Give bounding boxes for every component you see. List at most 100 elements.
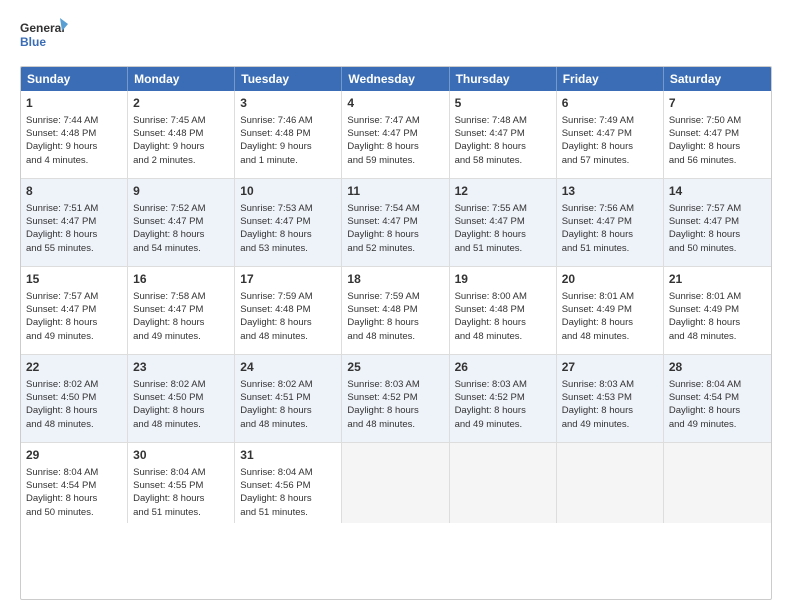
day-info: Sunrise: 8:03 AM [347,378,443,391]
header-cell-friday: Friday [557,67,664,91]
day-info: and 50 minutes. [26,506,122,519]
calendar-cell: 21Sunrise: 8:01 AMSunset: 4:49 PMDayligh… [664,267,771,354]
day-info: Daylight: 9 hours [26,140,122,153]
day-info: Sunset: 4:47 PM [562,127,658,140]
day-info: Sunset: 4:47 PM [240,215,336,228]
day-info: and 55 minutes. [26,242,122,255]
day-info: Sunrise: 8:01 AM [669,290,766,303]
day-info: Sunrise: 7:57 AM [669,202,766,215]
day-number: 21 [669,271,766,288]
day-number: 4 [347,95,443,112]
header-cell-sunday: Sunday [21,67,128,91]
day-info: Sunset: 4:48 PM [455,303,551,316]
day-info: Sunrise: 7:55 AM [455,202,551,215]
day-info: Sunrise: 8:02 AM [133,378,229,391]
day-info: Daylight: 8 hours [240,404,336,417]
day-info: Daylight: 8 hours [133,492,229,505]
day-number: 25 [347,359,443,376]
calendar-cell: 16Sunrise: 7:58 AMSunset: 4:47 PMDayligh… [128,267,235,354]
calendar-cell: 4Sunrise: 7:47 AMSunset: 4:47 PMDaylight… [342,91,449,178]
day-info: Sunrise: 7:59 AM [240,290,336,303]
calendar: SundayMondayTuesdayWednesdayThursdayFrid… [20,66,772,600]
day-info: Sunrise: 7:57 AM [26,290,122,303]
calendar-cell: 6Sunrise: 7:49 AMSunset: 4:47 PMDaylight… [557,91,664,178]
calendar-cell: 22Sunrise: 8:02 AMSunset: 4:50 PMDayligh… [21,355,128,442]
calendar-cell [342,443,449,523]
day-info: Sunset: 4:55 PM [133,479,229,492]
day-info: Sunrise: 7:49 AM [562,114,658,127]
day-info: and 59 minutes. [347,154,443,167]
day-info: Sunset: 4:47 PM [26,303,122,316]
day-info: Daylight: 8 hours [669,404,766,417]
day-info: Sunset: 4:47 PM [455,215,551,228]
calendar-cell: 7Sunrise: 7:50 AMSunset: 4:47 PMDaylight… [664,91,771,178]
calendar-cell: 28Sunrise: 8:04 AMSunset: 4:54 PMDayligh… [664,355,771,442]
header-cell-tuesday: Tuesday [235,67,342,91]
day-info: Sunset: 4:47 PM [562,215,658,228]
day-info: and 52 minutes. [347,242,443,255]
day-info: and 49 minutes. [133,330,229,343]
day-info: Daylight: 8 hours [347,316,443,329]
day-info: Sunset: 4:47 PM [26,215,122,228]
day-info: Daylight: 8 hours [669,316,766,329]
day-info: Sunset: 4:47 PM [133,215,229,228]
day-info: and 48 minutes. [562,330,658,343]
day-info: and 58 minutes. [455,154,551,167]
day-info: and 48 minutes. [133,418,229,431]
calendar-cell: 20Sunrise: 8:01 AMSunset: 4:49 PMDayligh… [557,267,664,354]
day-info: Sunset: 4:56 PM [240,479,336,492]
day-info: and 49 minutes. [455,418,551,431]
day-number: 12 [455,183,551,200]
day-info: and 48 minutes. [240,418,336,431]
day-info: Daylight: 8 hours [455,404,551,417]
day-info: Sunrise: 8:02 AM [26,378,122,391]
calendar-cell: 3Sunrise: 7:46 AMSunset: 4:48 PMDaylight… [235,91,342,178]
day-info: Daylight: 8 hours [26,316,122,329]
day-info: and 56 minutes. [669,154,766,167]
day-info: and 49 minutes. [669,418,766,431]
day-info: Sunrise: 8:03 AM [455,378,551,391]
day-number: 16 [133,271,229,288]
day-info: Sunrise: 7:56 AM [562,202,658,215]
day-info: Daylight: 8 hours [669,140,766,153]
calendar-week-4: 22Sunrise: 8:02 AMSunset: 4:50 PMDayligh… [21,355,771,443]
calendar-cell: 9Sunrise: 7:52 AMSunset: 4:47 PMDaylight… [128,179,235,266]
day-info: Sunrise: 7:51 AM [26,202,122,215]
day-info: Sunrise: 8:04 AM [669,378,766,391]
day-info: Sunset: 4:52 PM [347,391,443,404]
day-number: 24 [240,359,336,376]
day-number: 8 [26,183,122,200]
calendar-cell: 24Sunrise: 8:02 AMSunset: 4:51 PMDayligh… [235,355,342,442]
day-info: Sunrise: 7:46 AM [240,114,336,127]
day-info: Sunset: 4:47 PM [347,127,443,140]
calendar-cell: 30Sunrise: 8:04 AMSunset: 4:55 PMDayligh… [128,443,235,523]
day-number: 9 [133,183,229,200]
calendar-cell: 27Sunrise: 8:03 AMSunset: 4:53 PMDayligh… [557,355,664,442]
calendar-cell [450,443,557,523]
day-info: and 48 minutes. [240,330,336,343]
day-number: 31 [240,447,336,464]
day-number: 6 [562,95,658,112]
day-number: 20 [562,271,658,288]
day-info: Sunrise: 8:04 AM [240,466,336,479]
header-cell-saturday: Saturday [664,67,771,91]
day-info: Daylight: 8 hours [562,404,658,417]
day-number: 28 [669,359,766,376]
calendar-cell: 13Sunrise: 7:56 AMSunset: 4:47 PMDayligh… [557,179,664,266]
calendar-cell: 12Sunrise: 7:55 AMSunset: 4:47 PMDayligh… [450,179,557,266]
calendar-cell: 29Sunrise: 8:04 AMSunset: 4:54 PMDayligh… [21,443,128,523]
calendar-cell: 17Sunrise: 7:59 AMSunset: 4:48 PMDayligh… [235,267,342,354]
day-info: and 1 minute. [240,154,336,167]
calendar-cell: 8Sunrise: 7:51 AMSunset: 4:47 PMDaylight… [21,179,128,266]
day-info: Sunset: 4:54 PM [26,479,122,492]
day-info: Daylight: 8 hours [347,228,443,241]
day-info: and 4 minutes. [26,154,122,167]
day-info: and 51 minutes. [133,506,229,519]
day-info: Sunrise: 7:52 AM [133,202,229,215]
day-number: 11 [347,183,443,200]
page: General Blue SundayMondayTuesdayWednesda… [0,0,792,612]
calendar-week-2: 8Sunrise: 7:51 AMSunset: 4:47 PMDaylight… [21,179,771,267]
day-info: and 51 minutes. [240,506,336,519]
day-info: and 49 minutes. [562,418,658,431]
calendar-cell: 15Sunrise: 7:57 AMSunset: 4:47 PMDayligh… [21,267,128,354]
